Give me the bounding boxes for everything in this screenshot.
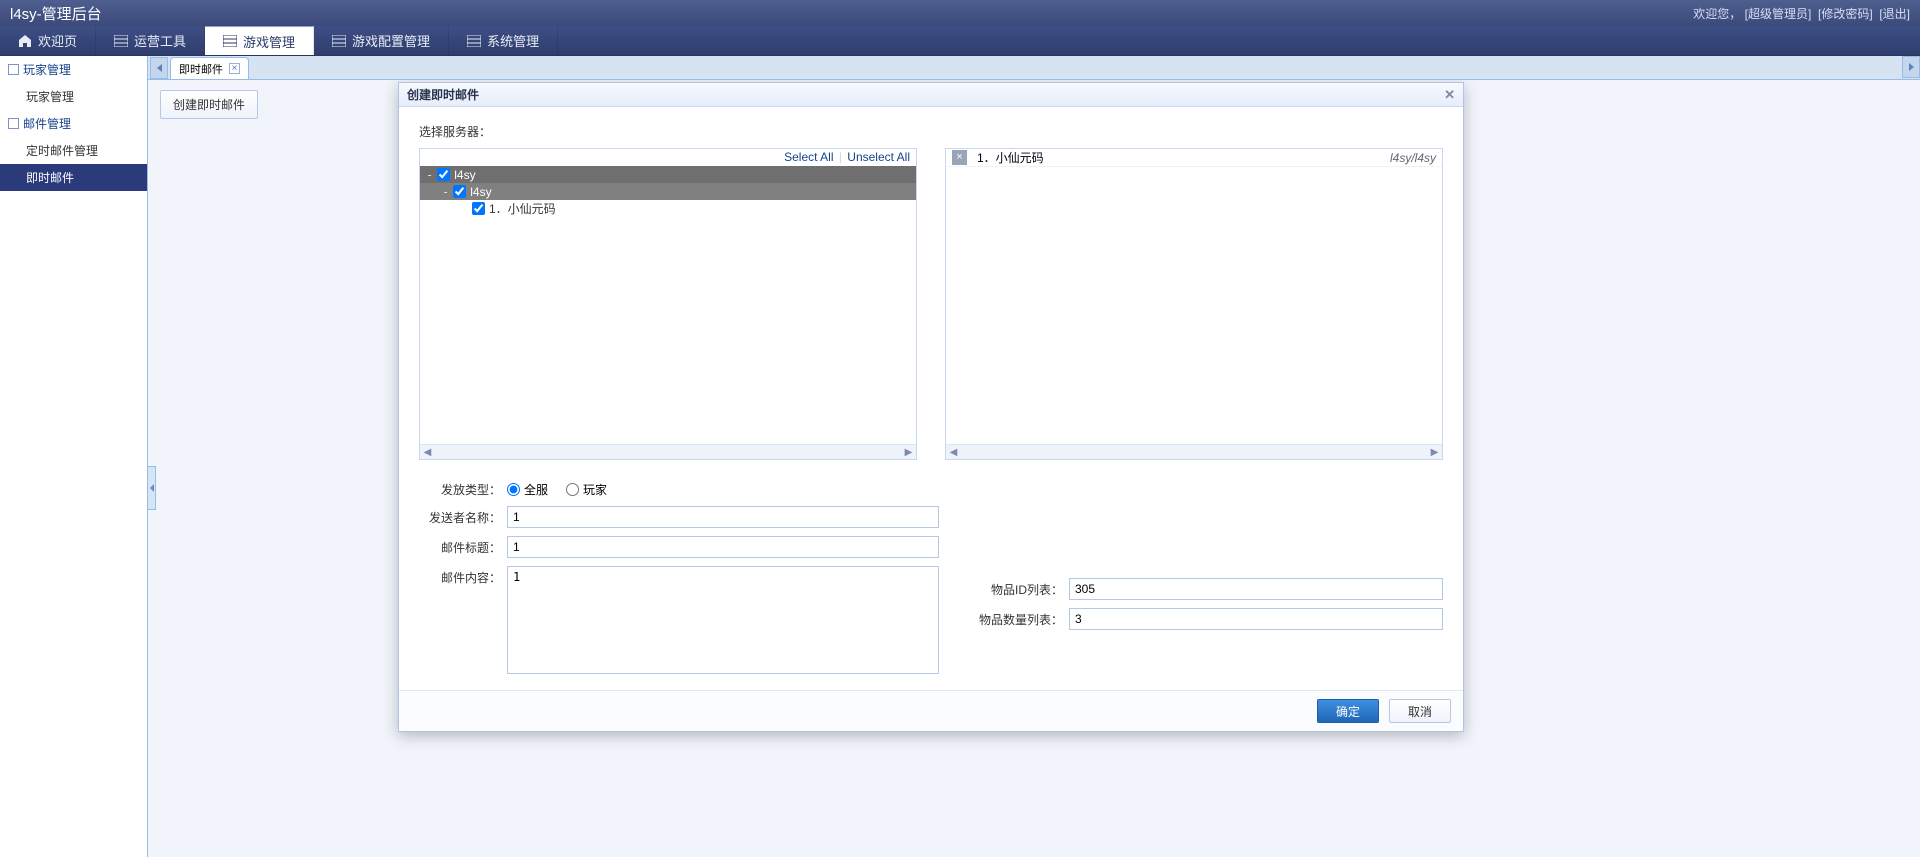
dispatch-type-label: 发放类型：: [419, 478, 507, 498]
logout-link[interactable]: [退出]: [1879, 7, 1910, 21]
welcome-text: 欢迎您，: [1693, 7, 1741, 21]
grid-icon: [223, 35, 237, 47]
collapse-icon[interactable]: -: [442, 185, 449, 199]
tab-scroll-right[interactable]: [1902, 56, 1920, 78]
tree-toolbar: Select All | Unselect All: [420, 149, 916, 166]
main-nav: 欢迎页 运营工具 游戏管理 游戏配置管理 系统管理: [0, 26, 1920, 56]
app-header: l4sy-管理后台 欢迎您， [超级管理员] [修改密码] [退出]: [0, 0, 1920, 26]
radio-label: 玩家: [583, 481, 607, 498]
nav-game-mgmt[interactable]: 游戏管理: [205, 26, 314, 55]
selected-server-name: 1．小仙元码: [977, 149, 1044, 166]
server-section-label: 选择服务器：: [419, 123, 1443, 140]
radio-all-servers[interactable]: 全服: [507, 481, 548, 498]
cancel-button[interactable]: 取消: [1389, 699, 1451, 723]
tree-node-root[interactable]: - l4sy: [420, 166, 916, 183]
scroll-track[interactable]: [961, 445, 1427, 459]
tab-instant-mail[interactable]: 即时邮件 ×: [170, 57, 249, 79]
tree-checkbox[interactable]: [472, 202, 485, 215]
radio-input[interactable]: [507, 483, 520, 496]
content-label: 邮件内容：: [419, 566, 507, 586]
subject-input[interactable]: [507, 536, 939, 558]
scroll-left-icon[interactable]: ◀: [420, 445, 435, 459]
modal-actions: 确定 取消: [399, 690, 1463, 731]
sidebar-item-player-mgmt[interactable]: 玩家管理: [0, 83, 147, 110]
select-all-link[interactable]: Select All: [784, 150, 833, 164]
nav-label: 游戏配置管理: [352, 31, 430, 50]
dispatch-type-group: 全服 玩家: [507, 478, 607, 498]
radio-player[interactable]: 玩家: [566, 481, 607, 498]
ok-button[interactable]: 确定: [1317, 699, 1379, 723]
user-link[interactable]: [超级管理员]: [1745, 7, 1812, 21]
tree-node-label: l4sy: [470, 185, 491, 199]
create-mail-modal: 创建即时邮件 ✕ 选择服务器： Select All | Unselect Al…: [398, 82, 1464, 732]
item-qty-input[interactable]: [1069, 608, 1443, 630]
sidebar-group-label: 玩家管理: [23, 61, 71, 78]
close-icon[interactable]: ×: [229, 63, 240, 74]
nav-label: 系统管理: [487, 31, 539, 50]
collapse-icon[interactable]: -: [426, 168, 433, 182]
close-icon[interactable]: ✕: [1444, 87, 1455, 103]
change-password-link[interactable]: [修改密码]: [1818, 7, 1873, 21]
subject-label: 邮件标题：: [419, 536, 507, 556]
modal-header[interactable]: 创建即时邮件 ✕: [399, 83, 1463, 107]
tree-node-label: l4sy: [454, 168, 475, 182]
sidebar-item-scheduled-mail[interactable]: 定时邮件管理: [0, 137, 147, 164]
panel-scrollbar: ◀ ▶: [946, 444, 1442, 459]
nav-system[interactable]: 系统管理: [449, 26, 558, 55]
scroll-right-icon[interactable]: ▶: [1427, 445, 1442, 459]
content-textarea[interactable]: [507, 566, 939, 674]
modal-title: 创建即时邮件: [407, 86, 479, 103]
sidebar-item-instant-mail[interactable]: 即时邮件: [0, 164, 147, 191]
nav-label: 游戏管理: [243, 32, 295, 51]
nav-welcome[interactable]: 欢迎页: [0, 26, 96, 55]
sidebar-collapse-handle[interactable]: [148, 466, 156, 510]
sender-input[interactable]: [507, 506, 939, 528]
scroll-left-icon[interactable]: ◀: [946, 445, 961, 459]
grid-icon: [114, 35, 128, 47]
nav-ops-tools[interactable]: 运营工具: [96, 26, 205, 55]
item-qty-label: 物品数量列表：: [969, 608, 1069, 628]
grid-icon: [467, 35, 481, 47]
sender-label: 发送者名称：: [419, 506, 507, 526]
selected-servers-panel: × 1．小仙元码 l4sy/l4sy ◀ ▶: [945, 148, 1443, 460]
grid-icon: [332, 35, 346, 47]
server-tree: - l4sy - l4sy: [420, 166, 916, 444]
scroll-right-icon[interactable]: ▶: [901, 445, 916, 459]
remove-icon[interactable]: ×: [952, 150, 967, 165]
tree-node-label: 1．小仙元码: [489, 200, 556, 217]
radio-label: 全服: [524, 481, 548, 498]
scroll-track[interactable]: [435, 445, 901, 459]
panel-scrollbar: ◀ ▶: [420, 444, 916, 459]
tree-node-group[interactable]: - l4sy: [420, 183, 916, 200]
header-user-area: 欢迎您， [超级管理员] [修改密码] [退出]: [1693, 5, 1910, 22]
app-title: l4sy-管理后台: [10, 3, 102, 24]
tab-bar: 即时邮件 ×: [148, 56, 1920, 80]
nav-game-config[interactable]: 游戏配置管理: [314, 26, 449, 55]
home-icon: [18, 34, 32, 48]
tree-checkbox[interactable]: [453, 185, 466, 198]
tree-checkbox[interactable]: [437, 168, 450, 181]
radio-input[interactable]: [566, 483, 579, 496]
create-mail-button[interactable]: 创建即时邮件: [160, 90, 258, 119]
selected-server-row: × 1．小仙元码 l4sy/l4sy: [946, 149, 1442, 167]
page-content: 创建即时邮件 创建即时邮件 ✕ 选择服务器： Select All | Unse…: [148, 80, 1920, 857]
unselect-all-link[interactable]: Unselect All: [847, 150, 910, 164]
selected-server-path: l4sy/l4sy: [1390, 151, 1436, 165]
sidebar-group-player[interactable]: 玩家管理: [0, 56, 147, 83]
sidebar-group-label: 邮件管理: [23, 115, 71, 132]
item-id-input[interactable]: [1069, 578, 1443, 600]
tab-label: 即时邮件: [179, 61, 223, 77]
nav-label: 运营工具: [134, 31, 186, 50]
sidebar-group-mail[interactable]: 邮件管理: [0, 110, 147, 137]
tree-node-leaf[interactable]: 1．小仙元码: [420, 200, 916, 217]
tab-scroll-left[interactable]: [150, 57, 168, 79]
server-tree-panel: Select All | Unselect All - l4sy: [419, 148, 917, 460]
sidebar: 玩家管理 玩家管理 邮件管理 定时邮件管理 即时邮件: [0, 56, 148, 857]
item-id-label: 物品ID列表：: [969, 578, 1069, 598]
nav-label: 欢迎页: [38, 31, 77, 50]
